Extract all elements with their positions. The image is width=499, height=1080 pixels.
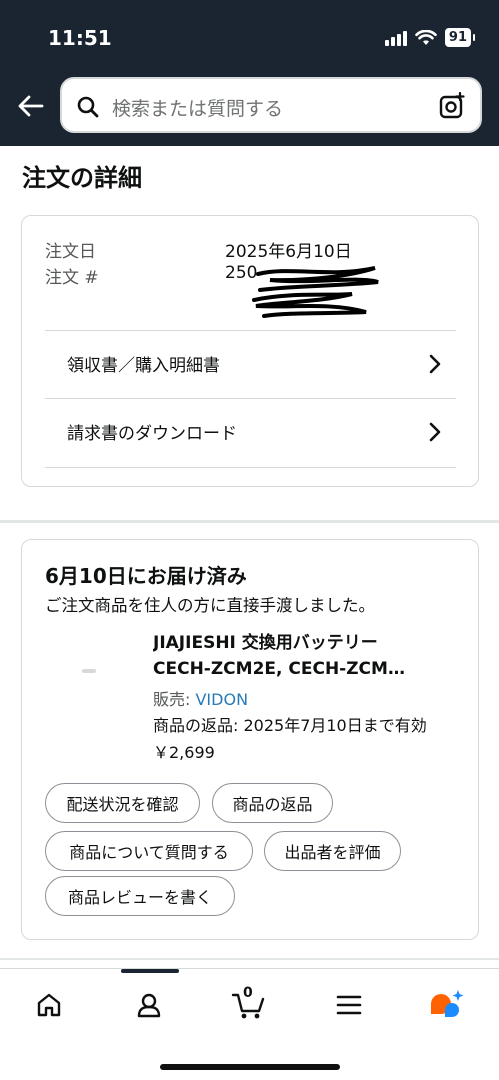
invoice-download-label: 請求書のダウンロード [67,424,237,444]
camera-search-icon[interactable] [438,92,466,120]
cart-count-badge: 0 [243,985,253,1001]
back-button[interactable] [14,90,46,122]
tab-cart[interactable]: 0 [219,983,279,1027]
active-tab-indicator [121,969,179,973]
section-divider [0,520,499,523]
invoice-download-link[interactable]: 請求書のダウンロード [45,398,456,464]
menu-icon [336,995,362,1015]
product-name[interactable]: JIAJIESHI 交換用バッテリー CECH-ZCM2E, CECH-ZCM… [153,630,453,682]
seller-link[interactable]: VIDON [195,690,248,709]
bottom-divider [0,958,499,960]
back-arrow-icon [18,95,44,117]
delivery-status-title: 6月10日にお届け済み [45,564,247,588]
signal-icon [384,30,407,46]
return-item-button[interactable]: 商品の返品 [212,783,333,823]
tab-home[interactable] [19,983,79,1027]
product-name-line1: JIAJIESHI 交換用バッテリー [153,633,378,653]
battery-indicator: 91 [444,28,476,47]
delivery-card: 6月10日にお届け済み ご注文商品を住人の方に直接手渡しました。 JIAJIES… [21,539,479,940]
product-price: ￥2,699 [153,743,215,762]
search-input[interactable]: 検索または質問する [60,77,482,133]
top-bar: 11:51 91 検索または質問する [0,0,499,146]
tab-alexa[interactable] [416,983,476,1027]
alexa-ai-icon [431,990,464,1017]
chevron-right-icon [429,354,441,374]
ask-question-button[interactable]: 商品について質問する [45,831,253,871]
user-icon [137,993,161,1018]
bottom-tab-bar: 0 [0,968,499,1080]
status-indicators: 91 [384,28,476,47]
seller-info: 販売: VIDON [153,686,248,710]
order-number-label: 注文 # [45,268,99,288]
track-package-button[interactable]: 配送状況を確認 [45,783,200,823]
page-title: 注文の詳細 [22,164,142,192]
home-indicator [160,1064,340,1070]
receipt-link[interactable]: 領収書／購入明細書 [45,330,456,396]
order-info-card: 注文日 2025年6月10日 注文 # 250 領収書／購入明細書 請求書のダウ… [21,215,479,487]
seller-label: 販売: [153,690,196,709]
write-review-button[interactable]: 商品レビューを書く [45,876,235,916]
product-name-line2: CECH-ZCM2E, CECH-ZCM… [153,659,405,679]
product-thumbnail[interactable] [80,668,98,674]
search-placeholder: 検索または質問する [112,98,284,120]
wifi-icon [415,29,437,45]
redaction-scribble [252,266,379,318]
search-icon [77,96,99,118]
tab-menu[interactable] [319,983,379,1027]
status-time: 11:51 [48,26,112,50]
order-date-label: 注文日 [45,242,96,262]
home-icon [37,993,61,1017]
chevron-right-icon [429,422,441,442]
return-deadline: 商品の返品: 2025年7月10日まで有効 [153,716,427,735]
receipt-link-label: 領収書／購入明細書 [67,356,220,376]
rate-seller-button[interactable]: 出品者を評価 [264,831,401,871]
card-bottom-divider [45,467,456,468]
tab-account[interactable] [119,983,179,1027]
delivery-status-subtitle: ご注文商品を住人の方に直接手渡しました。 [45,596,375,615]
